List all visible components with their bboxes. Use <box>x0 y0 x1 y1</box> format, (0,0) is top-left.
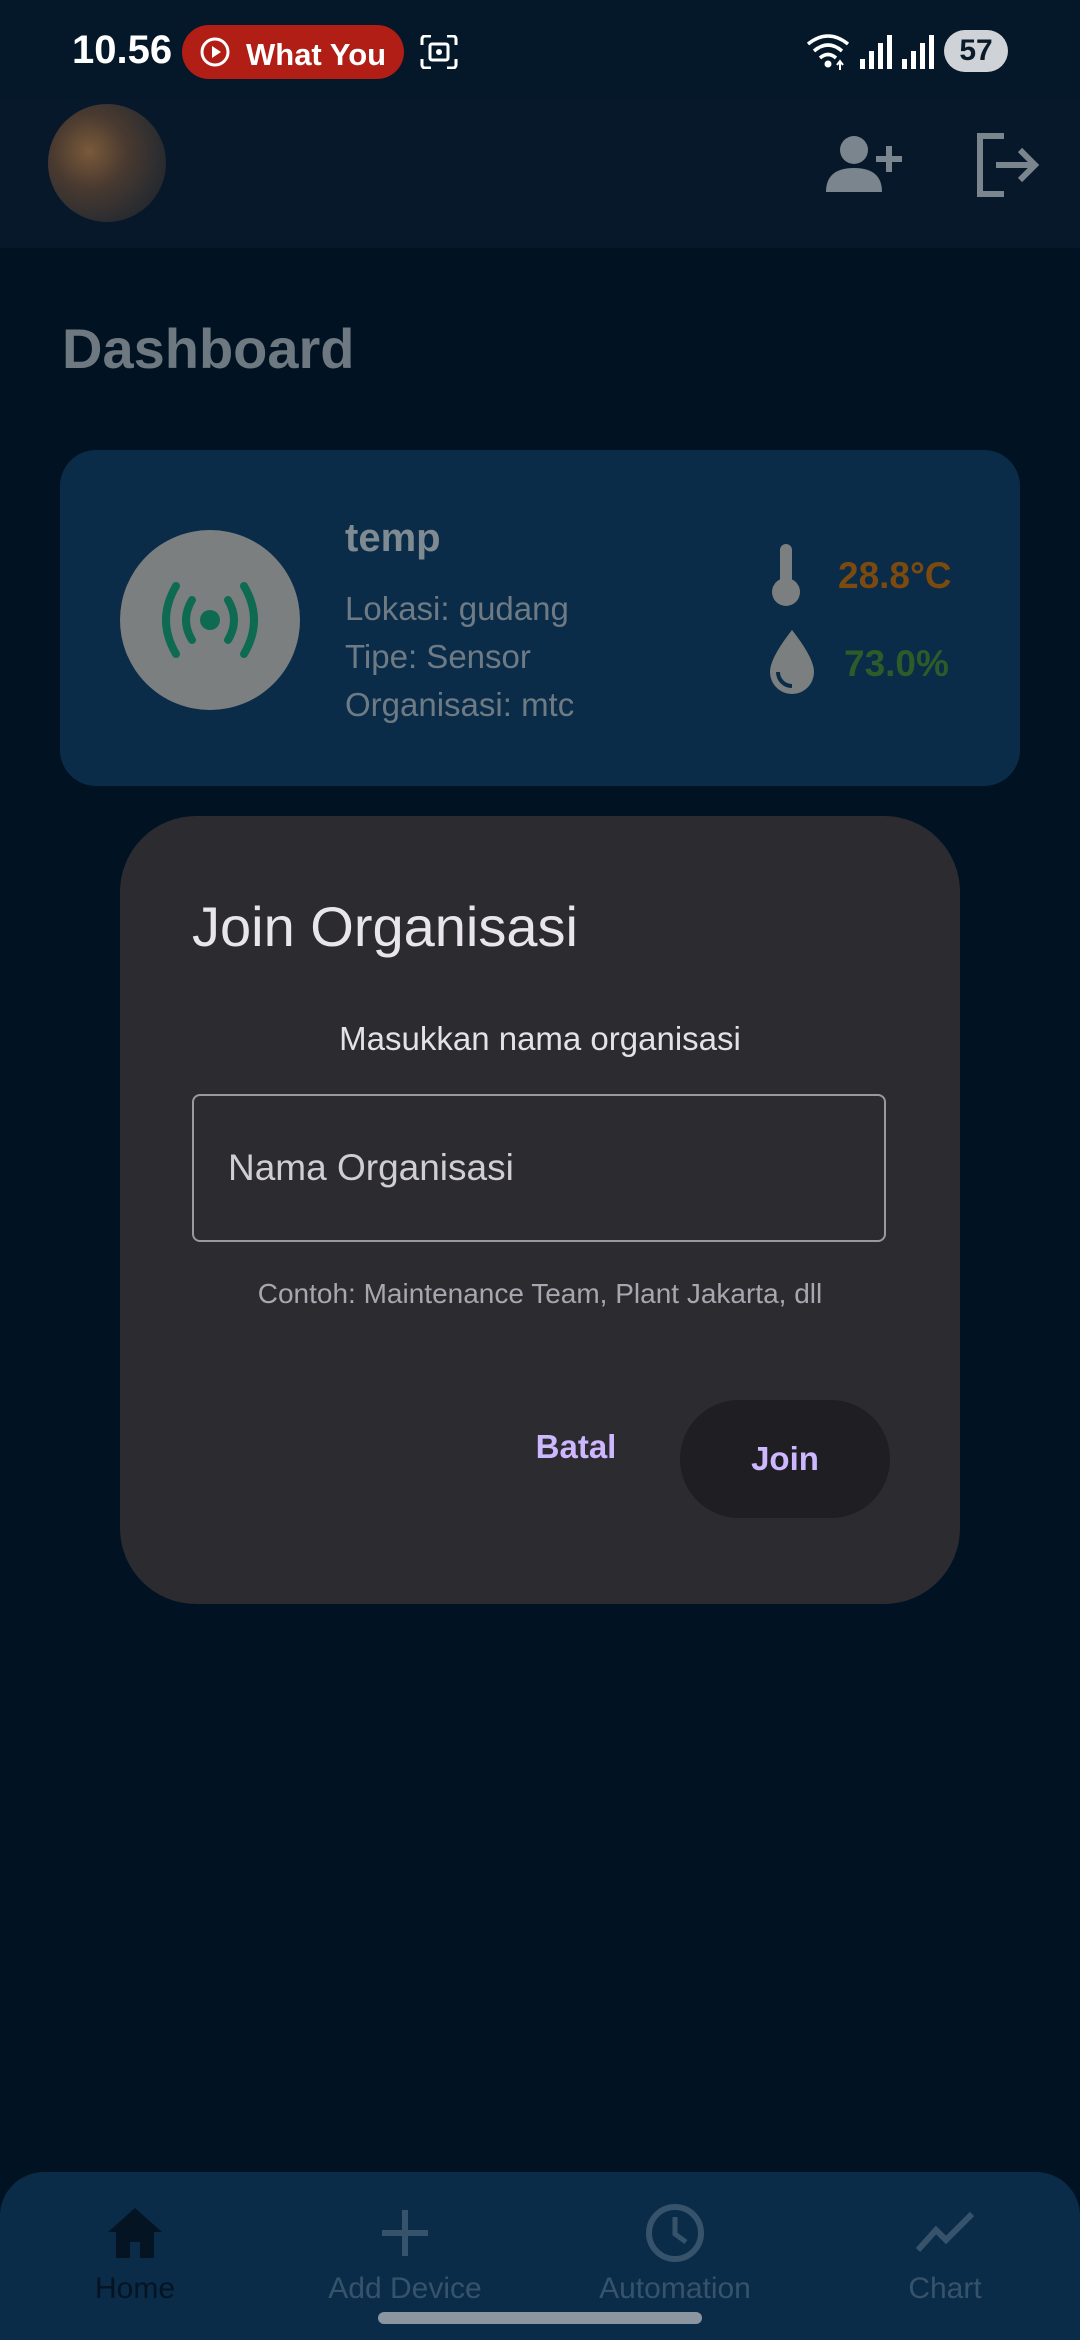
device-organization: Organisasi: mtc <box>345 686 575 723</box>
join-button[interactable]: Join <box>680 1400 890 1518</box>
nav-item-home[interactable]: Home <box>35 2202 235 2322</box>
status-bar: 10.56 What You 57 <box>0 0 1080 100</box>
nav-label-add-device: Add Device <box>328 2272 482 2305</box>
dialog-subtitle: Masukkan nama organisasi <box>339 1020 741 1057</box>
humidity-drop-icon <box>770 630 814 694</box>
media-notification-pill[interactable]: What You <box>182 25 404 79</box>
avatar[interactable] <box>48 104 166 222</box>
screenshot-icon <box>420 35 458 69</box>
logout-icon[interactable] <box>972 130 1042 200</box>
device-type: Tipe: Sensor <box>345 638 531 675</box>
nav-item-automation[interactable]: Automation <box>575 2202 775 2322</box>
temperature-value: 28.8°C <box>838 555 952 596</box>
sensor-broadcast-icon <box>162 582 258 658</box>
signal-icon <box>860 35 892 69</box>
nav-item-add-device[interactable]: Add Device <box>305 2202 505 2322</box>
signal-icon <box>902 35 934 69</box>
cancel-button[interactable]: Batal <box>500 1400 652 1494</box>
dialog-title: Join Organisasi <box>192 895 578 958</box>
dialog-hint: Contoh: Maintenance Team, Plant Jakarta,… <box>257 1278 823 1309</box>
nav-label-home: Home <box>94 2272 176 2305</box>
device-name: temp <box>345 516 441 560</box>
thermometer-icon <box>772 544 800 606</box>
plus-icon <box>382 2210 428 2256</box>
join-organization-dialog: Join Organisasi Masukkan nama organisasi… <box>120 816 960 1604</box>
home-indicator[interactable] <box>378 2312 702 2324</box>
humidity-value: 73.0% <box>844 643 949 684</box>
nav-label-automation: Automation <box>599 2272 751 2305</box>
wifi-icon <box>806 34 850 70</box>
organization-name-input[interactable] <box>192 1094 886 1242</box>
nav-item-chart[interactable]: Chart <box>845 2202 1045 2322</box>
status-time: 10.56 <box>72 28 173 72</box>
clock-icon <box>646 2204 704 2262</box>
page-title: Dashboard <box>62 317 355 380</box>
device-location: Lokasi: gudang <box>345 590 569 627</box>
device-card[interactable]: temp Lokasi: gudang Tipe: Sensor Organis… <box>60 450 1020 786</box>
battery-level: 57 <box>944 30 1008 72</box>
nav-label-chart: Chart <box>908 2272 982 2305</box>
chart-line-icon <box>915 2211 975 2253</box>
add-user-icon[interactable] <box>824 130 904 200</box>
device-avatar <box>120 530 300 710</box>
home-icon <box>108 2208 162 2258</box>
media-notification-label: What You <box>246 37 387 72</box>
play-circle-icon <box>200 37 230 67</box>
